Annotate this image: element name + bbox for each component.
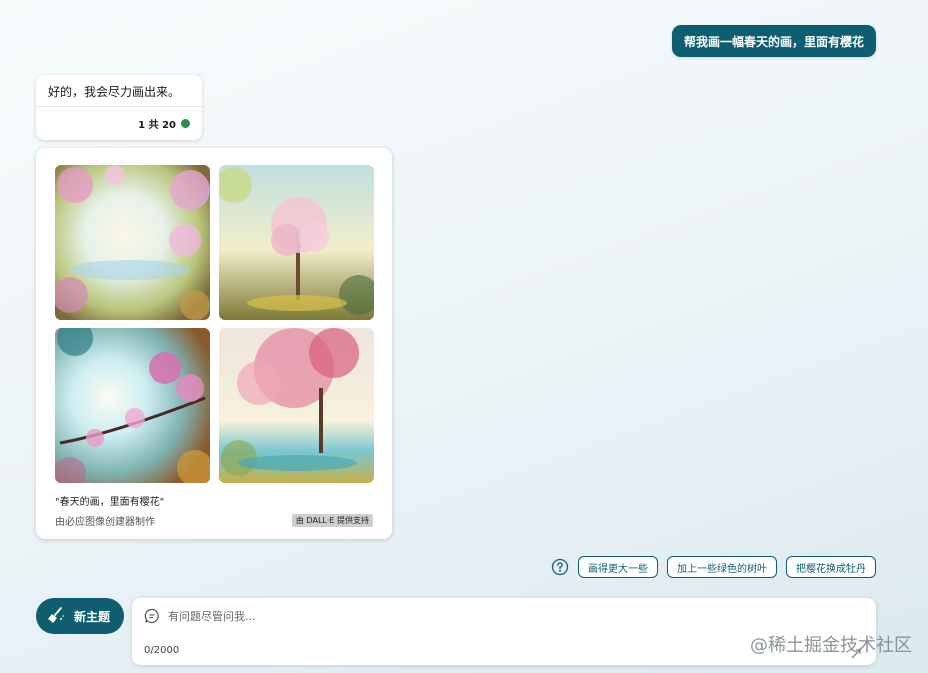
suggestion-chip[interactable]: 加上一些绿色的树叶 bbox=[667, 556, 777, 578]
user-message: 帮我画一幅春天的画，里面有樱花 bbox=[672, 25, 876, 57]
turn-counter-text: 1 共 20 bbox=[138, 120, 176, 131]
new-topic-label: 新主题 bbox=[74, 609, 111, 624]
generated-image-4[interactable] bbox=[219, 328, 374, 483]
question-bubble-icon[interactable] bbox=[551, 558, 569, 576]
status-dot-icon bbox=[181, 119, 190, 128]
suggestion-chip[interactable]: 画得更大一些 bbox=[578, 556, 658, 578]
chat-input[interactable] bbox=[168, 606, 828, 626]
turn-counter: 1 共 20 bbox=[138, 116, 190, 131]
chat-bubble-icon bbox=[144, 608, 160, 624]
image-result-card: "春天的画，里面有樱花" 由必应图像创建器制作 由 DALL·E 提供支持 bbox=[36, 148, 392, 539]
generated-image-3[interactable] bbox=[55, 328, 210, 483]
broom-icon bbox=[46, 605, 66, 628]
dalle-badge: 由 DALL·E 提供支持 bbox=[291, 514, 373, 527]
image-caption: "春天的画，里面有樱花" bbox=[55, 497, 165, 508]
bot-message: 好的，我会尽力画出来。 1 共 20 bbox=[36, 75, 202, 140]
new-topic-button[interactable]: 新主题 bbox=[36, 598, 124, 634]
char-counter: 0/2000 bbox=[144, 645, 180, 656]
divider bbox=[36, 106, 202, 107]
watermark: @稀土掘金技术社区 bbox=[750, 635, 912, 656]
suggestion-bar: 画得更大一些 加上一些绿色的树叶 把樱花换成牡丹 bbox=[551, 556, 876, 578]
bot-message-text: 好的，我会尽力画出来。 bbox=[48, 85, 181, 99]
generated-image-2[interactable] bbox=[219, 165, 374, 320]
suggestion-chip[interactable]: 把樱花换成牡丹 bbox=[786, 556, 876, 578]
generated-image-1[interactable] bbox=[55, 165, 210, 320]
image-creator-credit[interactable]: 由必应图像创建器制作 bbox=[55, 513, 155, 528]
